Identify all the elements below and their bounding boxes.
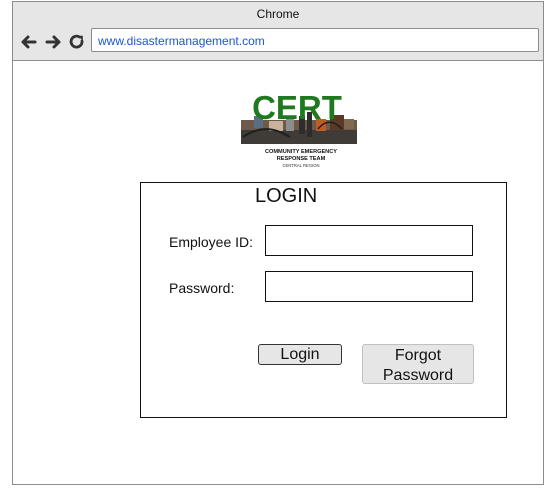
forgot-password-button[interactable]: Forgot Password [362, 344, 474, 384]
login-button[interactable]: Login [258, 344, 342, 365]
logo-wordmark: CERT [252, 92, 342, 126]
reload-icon[interactable] [68, 33, 86, 51]
logo-line-1: COMMUNITY EMERGENCY [265, 149, 337, 155]
browser-title: Chrome [256, 7, 300, 21]
back-arrow-icon[interactable] [20, 33, 38, 51]
forward-arrow-icon[interactable] [44, 33, 62, 51]
employee-id-label: Employee ID: [169, 234, 254, 250]
nav-controls [20, 33, 87, 51]
browser-toolbar: Chrome www.disastermanagement.com [13, 2, 543, 61]
employee-id-input[interactable] [265, 225, 473, 256]
cert-logo: CERT COMMUNITY EMERGENCY RESPONSE TEAM C… [241, 92, 357, 170]
forgot-password-line-2: Password [382, 367, 454, 384]
password-label: Password: [169, 280, 235, 296]
forgot-password-line-1: Forgot [394, 347, 442, 364]
login-title: LOGIN [255, 185, 318, 207]
browser-window: Chrome www.disastermanagement.com CERT C… [12, 1, 544, 485]
logo-line-3: CENTRAL REGION [282, 163, 319, 168]
address-bar[interactable]: www.disastermanagement.com [91, 28, 539, 52]
logo-line-2: RESPONSE TEAM [277, 156, 326, 162]
login-panel: LOGIN Employee ID: Password: Login Forgo… [140, 182, 507, 418]
url-text: www.disastermanagement.com [98, 34, 265, 48]
password-input[interactable] [265, 271, 473, 302]
